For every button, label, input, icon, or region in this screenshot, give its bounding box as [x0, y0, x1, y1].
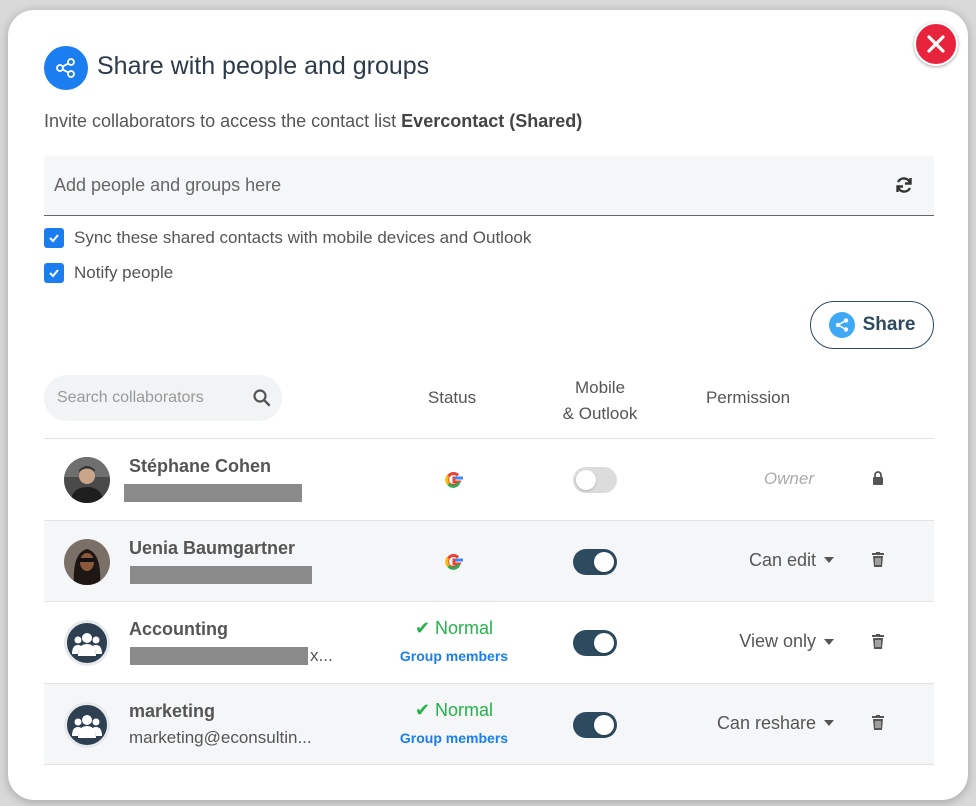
- redacted-email: [130, 565, 312, 584]
- toggle-knob: [576, 470, 596, 490]
- notify-label: Notify people: [74, 263, 174, 282]
- permission-dropdown[interactable]: Can reshare: [717, 713, 834, 734]
- caret-down-icon: [824, 557, 834, 563]
- table-row: Stéphane Cohen Owner: [44, 439, 934, 521]
- status-normal: ✔ Normal: [384, 618, 524, 639]
- subtitle-text: Invite collaborators to access the conta…: [44, 111, 402, 131]
- collaborator-name: marketing: [129, 700, 216, 721]
- group-icon: [64, 620, 110, 666]
- delete-button[interactable]: [870, 632, 886, 650]
- delete-button[interactable]: [870, 551, 886, 569]
- group-members-link[interactable]: Group members: [384, 648, 524, 664]
- redacted-email: [124, 484, 302, 502]
- redacted-email: [130, 647, 308, 665]
- permission-owner: Owner: [763, 469, 814, 488]
- check-icon: [49, 234, 59, 243]
- refresh-button[interactable]: [892, 173, 916, 197]
- column-header-mobile: Mobile & Outlook: [540, 375, 660, 427]
- search-input[interactable]: [44, 375, 244, 421]
- collaborator-name: Accounting: [129, 619, 228, 639]
- dialog-subtitle: Invite collaborators to access the conta…: [44, 111, 582, 132]
- caret-down-icon: [824, 638, 834, 645]
- permission-value: View only: [739, 631, 816, 651]
- avatar: [64, 538, 110, 585]
- collaborator-name: Uenia Baumgartner: [129, 537, 296, 558]
- check-icon: [49, 269, 59, 278]
- mobile-sync-toggle[interactable]: [573, 467, 617, 493]
- notify-option: Notify people: [44, 263, 173, 283]
- dialog-title: Share with people and groups: [97, 52, 430, 80]
- permission-value: Can edit: [748, 549, 816, 570]
- sync-checkbox[interactable]: [44, 228, 64, 248]
- share-icon: [44, 46, 88, 90]
- table-row: Uenia Baumgartner Can edit: [44, 520, 934, 602]
- refresh-icon: [896, 177, 912, 193]
- notify-checkbox[interactable]: [44, 263, 64, 283]
- caret-down-icon: [824, 720, 834, 726]
- collaborator-name: Stéphane Cohen: [129, 456, 272, 476]
- collaborator-email: marketing@econsultin...: [129, 727, 312, 747]
- collaborator-search: [44, 375, 282, 421]
- checkmark-icon: ✔: [414, 699, 431, 720]
- trash-icon: [872, 552, 884, 567]
- mobile-sync-toggle[interactable]: [573, 630, 617, 656]
- lock-icon: [870, 469, 886, 487]
- trash-icon: [872, 633, 884, 649]
- share-icon: [828, 312, 855, 338]
- close-icon: [927, 35, 945, 53]
- status-text: Normal: [435, 699, 494, 720]
- mobile-sync-toggle[interactable]: [573, 548, 617, 575]
- search-icon[interactable]: [252, 388, 272, 408]
- close-button[interactable]: [914, 22, 958, 66]
- add-people-input[interactable]: [44, 156, 874, 214]
- permission-dropdown[interactable]: View only: [739, 631, 834, 652]
- column-header-status: Status: [427, 388, 477, 407]
- group-icon: [64, 701, 110, 748]
- google-icon: [445, 553, 463, 570]
- collaborators-table: Stéphane Cohen Owner Uenia Baumgartner C…: [44, 438, 934, 765]
- table-row: marketing marketing@econsultin... ✔ Norm…: [44, 683, 934, 765]
- sync-label: Sync these shared contacts with mobile d…: [74, 228, 532, 247]
- share-button[interactable]: Share: [810, 301, 934, 349]
- toggle-knob: [594, 633, 614, 653]
- share-button-label: Share: [862, 314, 916, 335]
- mobile-sync-toggle[interactable]: [573, 711, 617, 738]
- avatar: [64, 457, 110, 503]
- group-members-link[interactable]: Group members: [384, 730, 524, 746]
- delete-button[interactable]: [870, 714, 886, 732]
- column-header-permission: Permission: [705, 388, 791, 407]
- table-row: Accounting x... ✔ Normal Group members V…: [44, 602, 934, 684]
- toggle-knob: [594, 714, 614, 735]
- collaborator-email: x...: [310, 646, 333, 665]
- permission-dropdown[interactable]: Can edit: [749, 550, 834, 571]
- toggle-knob: [594, 551, 614, 572]
- list-name: Evercontact (Shared): [401, 111, 583, 131]
- sync-option: Sync these shared contacts with mobile d…: [44, 228, 531, 248]
- column-header-mobile-line1: Mobile: [574, 378, 626, 397]
- google-icon: [445, 472, 463, 488]
- checkmark-icon: ✔: [414, 618, 431, 638]
- column-header-mobile-line2: & Outlook: [562, 404, 638, 423]
- trash-icon: [872, 715, 884, 730]
- permission-value: Can reshare: [716, 712, 816, 733]
- status-normal: ✔ Normal: [384, 700, 524, 721]
- add-people-field: [44, 156, 934, 216]
- status-text: Normal: [435, 618, 494, 638]
